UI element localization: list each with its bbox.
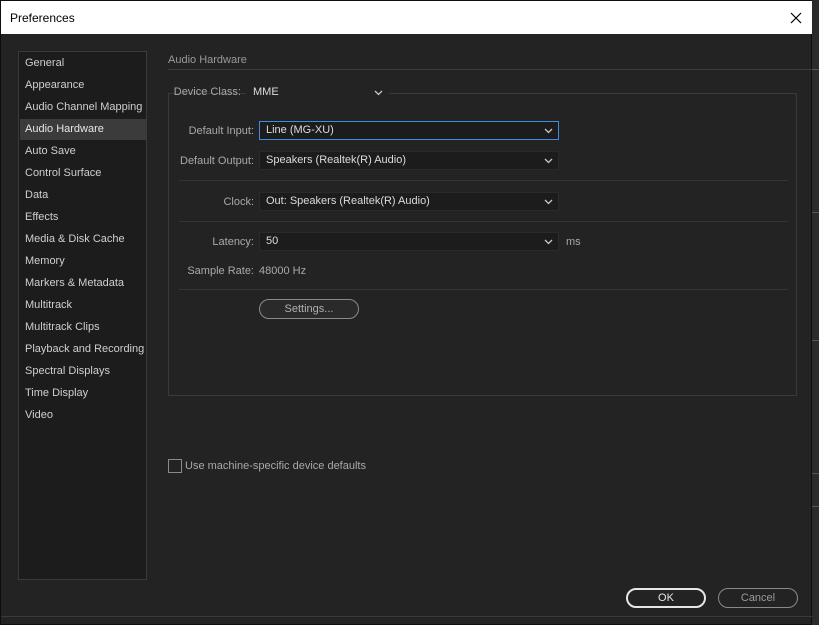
divider	[179, 180, 788, 181]
sidebar-item-time-display[interactable]: Time Display	[20, 383, 147, 404]
cancel-button[interactable]: Cancel	[718, 588, 798, 608]
settings-button[interactable]: Settings...	[259, 299, 359, 319]
latency-label: Latency:	[212, 236, 254, 248]
clock-dropdown[interactable]: Out: Speakers (Realtek(R) Audio)	[259, 192, 559, 211]
device-class-label: Device Class:	[173, 86, 241, 98]
sidebar-item-data[interactable]: Data	[20, 185, 147, 206]
sidebar-item-control-surface[interactable]: Control Surface	[20, 163, 147, 184]
device-class-dropdown[interactable]: MME	[246, 83, 389, 102]
title-bar: Preferences	[1, 1, 813, 34]
sidebar-item-general[interactable]: General	[20, 53, 147, 74]
sidebar-item-video[interactable]: Video	[20, 405, 147, 426]
latency-dropdown[interactable]: 50	[259, 232, 559, 251]
close-icon	[790, 12, 802, 24]
sidebar-item-memory[interactable]: Memory	[20, 251, 147, 272]
latency-value: 50	[266, 235, 279, 247]
default-input-label: Default Input:	[188, 125, 254, 137]
sidebar-item-media-disk-cache[interactable]: Media & Disk Cache	[20, 229, 147, 250]
machine-defaults-checkbox[interactable]	[168, 459, 182, 473]
sidebar-item-audio-hardware[interactable]: Audio Hardware	[20, 119, 147, 140]
section-divider	[168, 69, 813, 70]
footer-divider	[1, 616, 813, 617]
chevron-down-icon	[544, 239, 553, 245]
sidebar-item-appearance[interactable]: Appearance	[20, 75, 147, 96]
sidebar-item-auto-save[interactable]: Auto Save	[20, 141, 147, 162]
sample-rate-label: Sample Rate:	[187, 265, 254, 277]
sample-rate-value: 48000 Hz	[259, 265, 307, 277]
window-title: Preferences	[10, 11, 75, 25]
sidebar-item-markers-metadata[interactable]: Markers & Metadata	[20, 273, 147, 294]
clock-value: Out: Speakers (Realtek(R) Audio)	[266, 195, 430, 207]
machine-defaults-label: Use machine-specific device defaults	[185, 460, 366, 472]
clock-label: Clock:	[223, 196, 254, 208]
ok-button[interactable]: OK	[626, 588, 706, 608]
default-output-dropdown[interactable]: Speakers (Realtek(R) Audio)	[259, 151, 559, 170]
chevron-down-icon	[544, 199, 553, 205]
device-class-value: MME	[253, 86, 279, 98]
chevron-down-icon	[374, 90, 383, 96]
sidebar-item-spectral-displays[interactable]: Spectral Displays	[20, 361, 147, 382]
default-output-label: Default Output:	[180, 155, 254, 167]
section-title: Audio Hardware	[168, 54, 247, 66]
chevron-down-icon	[544, 158, 553, 164]
latency-unit: ms	[566, 236, 581, 248]
sidebar-item-audio-channel-mapping[interactable]: Audio Channel Mapping	[20, 97, 147, 118]
sidebar-item-effects[interactable]: Effects	[20, 207, 147, 228]
default-input-dropdown[interactable]: Line (MG-XU)	[259, 121, 559, 140]
sidebar-item-playback-recording[interactable]: Playback and Recording	[20, 339, 147, 360]
chevron-down-icon	[544, 128, 553, 134]
close-button[interactable]	[777, 1, 813, 34]
sidebar-item-multitrack-clips[interactable]: Multitrack Clips	[20, 317, 147, 338]
divider	[179, 221, 788, 222]
background-window-edge	[812, 0, 819, 625]
preferences-window: Preferences General Appearance Audio Cha…	[0, 0, 813, 625]
default-input-value: Line (MG-XU)	[266, 124, 334, 136]
preferences-sidebar: General Appearance Audio Channel Mapping…	[18, 51, 147, 580]
sidebar-item-multitrack[interactable]: Multitrack	[20, 295, 147, 316]
divider	[179, 289, 788, 290]
default-output-value: Speakers (Realtek(R) Audio)	[266, 154, 407, 166]
